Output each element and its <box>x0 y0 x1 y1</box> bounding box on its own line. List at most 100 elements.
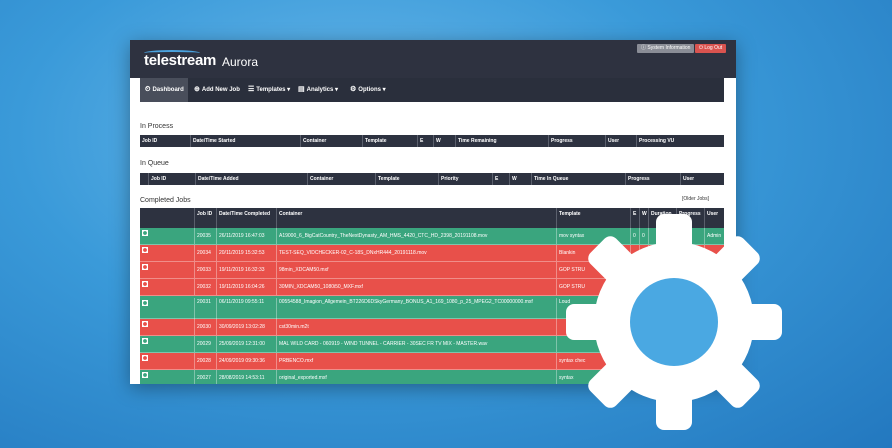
job-id-cell: 20031 <box>194 298 216 320</box>
job-id-cell: 20035 <box>194 228 216 244</box>
col-container: Container <box>307 173 333 185</box>
container-cell: A19000_6_BigCatCountry_TheNextDynasty_AM… <box>276 228 556 244</box>
row-actions <box>142 298 190 310</box>
info-icon[interactable] <box>142 300 148 306</box>
container-cell: 30MIN_XDCAM50_1080i50_MXF.mxf <box>276 279 556 295</box>
container-cell: 98min_XDCAM50.mxf <box>276 262 556 278</box>
job-id-cell: 20030 <box>194 319 216 335</box>
job-id-cell: 20027 <box>194 370 216 384</box>
col-job-id: Job ID <box>148 173 166 185</box>
row-actions <box>142 338 190 350</box>
nav-analytics[interactable]: ▤ Analytics ▾ <box>298 78 338 102</box>
info-icon[interactable] <box>142 372 148 378</box>
row-actions <box>142 321 190 333</box>
completed-jobs-title: Completed Jobs <box>140 197 191 204</box>
job-id-cell: 20033 <box>194 262 216 278</box>
col-user: User <box>680 173 694 185</box>
job-id-cell: 20029 <box>194 336 216 352</box>
nav-label: Templates ▾ <box>256 87 291 93</box>
col-select <box>140 173 142 185</box>
logout-label: Log Out <box>704 45 723 51</box>
row-actions <box>142 355 190 367</box>
nav-label: Add New Job <box>201 87 240 93</box>
col-progress: Progress <box>625 173 650 185</box>
info-icon[interactable] <box>142 281 148 287</box>
in-process-title: In Process <box>140 123 174 130</box>
row-actions <box>142 247 190 259</box>
row-actions <box>142 372 190 384</box>
chart-icon: ▤ <box>298 86 305 93</box>
col-container: Container <box>276 208 556 228</box>
container-cell: MAL WILD CARD - 060919 - WIND TUNNEL - C… <box>276 336 556 352</box>
nav-templates[interactable]: ☰ Templates ▾ <box>248 78 290 102</box>
system-info-button[interactable]: ⓘ System Information <box>637 44 695 53</box>
date-completed-cell: 20/11/2019 15:32:53 <box>216 245 276 261</box>
main-nav: ⏲ Dashboard ⊕ Add New Job ☰ Templates ▾ ▤ An… <box>140 78 724 102</box>
row-actions <box>142 230 190 242</box>
col-w: W <box>433 135 441 147</box>
col-actions <box>140 208 194 228</box>
col-job-id: Job ID <box>194 208 216 228</box>
job-id-cell: 20028 <box>194 353 216 369</box>
col-time-remaining: Time Remaining <box>455 135 497 147</box>
nav-options[interactable]: ⚙ Options ▾ <box>350 78 386 102</box>
info-icon[interactable] <box>142 264 148 270</box>
in-process-header: Job ID Date/Time Started Container Templ… <box>140 135 724 147</box>
container-cell: cst30min.m2t <box>276 319 556 335</box>
date-completed-cell: 28/08/2019 14:53:11 <box>216 370 276 384</box>
date-completed-cell: 30/09/2019 13:02:28 <box>216 319 276 335</box>
container-cell: 00554588_Imagion_Allgemein_BT226D6DSkyGe… <box>276 298 556 320</box>
gear-icon <box>566 214 782 430</box>
container-cell: PRBENCO.mxf <box>276 353 556 369</box>
col-priority: Priority <box>438 173 459 185</box>
nav-label: Dashboard <box>152 87 184 93</box>
row-actions <box>142 264 190 276</box>
col-e: E <box>417 135 423 147</box>
col-w: W <box>509 173 517 185</box>
col-date-started: Date/Time Started <box>190 135 235 147</box>
date-completed-cell: 25/09/2019 12:31:00 <box>216 336 276 352</box>
date-completed-cell: 06/11/2019 09:55:11 <box>216 298 276 320</box>
nav-add-new-job[interactable]: ⊕ Add New Job <box>194 78 240 102</box>
container-cell: TEST-SEQ_VIDCHECKER-02_C-18S_DNxHR444_20… <box>276 245 556 261</box>
top-bar: telestream Aurora ⓘ System Information ⏻… <box>130 40 736 78</box>
col-template: Template <box>375 173 400 185</box>
container-cell: original_exported.mxf <box>276 370 556 384</box>
plus-circle-icon: ⊕ <box>194 86 200 93</box>
in-queue-title: In Queue <box>140 160 169 167</box>
info-icon[interactable] <box>142 355 148 361</box>
col-progress: Progress <box>548 135 573 147</box>
col-e: E <box>492 173 498 185</box>
product-name: Aurora <box>222 55 259 69</box>
date-completed-cell: 19/11/2019 16:32:33 <box>216 262 276 278</box>
date-completed-cell: 24/09/2019 09:30:36 <box>216 353 276 369</box>
info-icon[interactable] <box>142 247 148 253</box>
nav-label: Analytics ▾ <box>306 87 338 93</box>
older-jobs-link[interactable]: [Older Jobs] <box>682 196 709 202</box>
col-processing-vu: Processing VU <box>636 135 674 147</box>
in-queue-header: Job ID Date/Time Added Container Templat… <box>140 173 724 185</box>
row-actions <box>142 281 190 293</box>
col-template: Template <box>362 135 387 147</box>
dashboard-icon: ⏲ <box>145 86 151 93</box>
cogs-icon: ⚙ <box>350 86 357 93</box>
date-completed-cell: 26/11/2019 16:47:03 <box>216 228 276 244</box>
job-id-cell: 20032 <box>194 279 216 295</box>
job-id-cell: 20034 <box>194 245 216 261</box>
nav-label: Options ▾ <box>358 87 386 93</box>
nav-dashboard[interactable]: ⏲ Dashboard <box>140 78 188 102</box>
gear-hole <box>630 278 718 366</box>
col-date-completed: Date/Time Completed <box>216 208 276 228</box>
col-user: User <box>605 135 619 147</box>
info-icon[interactable] <box>142 338 148 344</box>
date-completed-cell: 19/11/2019 16:04:26 <box>216 279 276 295</box>
col-job-id: Job ID <box>142 138 158 144</box>
info-icon[interactable] <box>142 230 148 236</box>
col-time-in-queue: Time In Queue <box>531 173 568 185</box>
logout-button[interactable]: ⏻ Log Out <box>695 44 727 53</box>
list-icon: ☰ <box>248 86 255 93</box>
col-date-added: Date/Time Added <box>195 173 239 185</box>
system-info-label: System Information <box>647 45 691 51</box>
info-icon[interactable] <box>142 321 148 327</box>
col-container: Container <box>300 135 326 147</box>
